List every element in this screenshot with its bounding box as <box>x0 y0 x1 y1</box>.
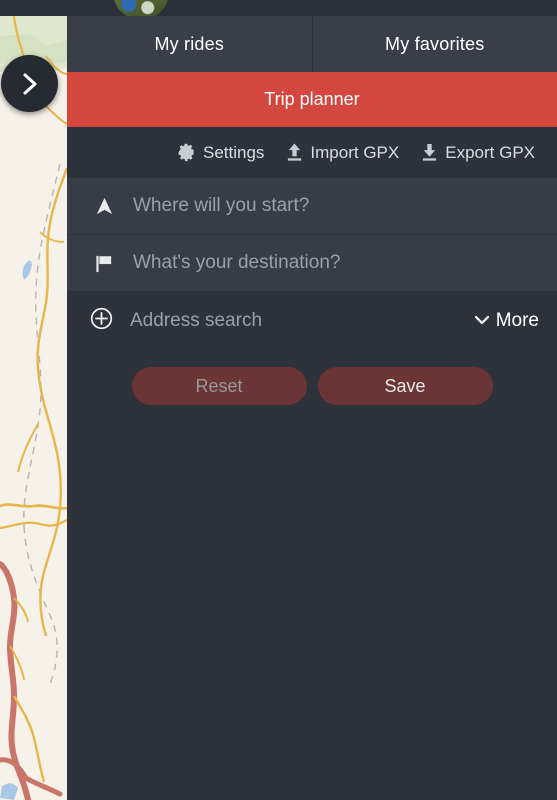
reset-button[interactable]: Reset <box>131 367 307 405</box>
save-button[interactable]: Save <box>317 367 493 405</box>
trip-planner-banner-label: Trip planner <box>264 89 360 109</box>
upload-icon <box>286 143 303 162</box>
gear-icon <box>177 143 196 162</box>
destination-placeholder: What's your destination? <box>133 252 341 273</box>
import-gpx-button[interactable]: Import GPX <box>286 143 399 163</box>
export-gpx-label: Export GPX <box>445 142 535 162</box>
map-canvas[interactable] <box>0 16 67 800</box>
plus-circle-icon[interactable] <box>90 307 113 335</box>
map-panel-toggle-button[interactable] <box>1 55 58 112</box>
import-gpx-label: Import GPX <box>310 142 400 162</box>
tab-my-rides-label: My rides <box>154 33 225 54</box>
settings-button[interactable]: Settings <box>177 143 264 163</box>
flag-icon <box>94 253 115 274</box>
top-strip <box>0 0 557 16</box>
settings-label: Settings <box>202 142 265 162</box>
address-search-placeholder[interactable]: Address search <box>130 310 262 332</box>
export-gpx-button[interactable]: Export GPX <box>421 143 535 163</box>
start-location-field[interactable]: Where will you start? <box>67 178 557 235</box>
trip-planner-panel: My rides My favorites Trip planner Setti… <box>67 16 557 800</box>
trip-planner-banner[interactable]: Trip planner <box>67 72 557 127</box>
tab-my-favorites[interactable]: My favorites <box>311 16 557 72</box>
app-root: My rides My favorites Trip planner Setti… <box>0 0 557 800</box>
tab-my-rides[interactable]: My rides <box>67 16 312 72</box>
more-options-button[interactable]: More <box>474 310 539 332</box>
panel-toolbar: Settings Import GPX Export GPX <box>67 127 557 178</box>
navigation-arrow-icon <box>94 196 115 217</box>
profile-avatar-thumbnail[interactable] <box>113 0 169 16</box>
address-search-row: Address search More <box>67 292 557 349</box>
tab-my-favorites-label: My favorites <box>385 33 485 54</box>
start-location-placeholder: Where will you start? <box>133 195 310 216</box>
chevron-down-icon <box>474 310 490 332</box>
panel-tabbar: My rides My favorites <box>67 16 557 72</box>
panel-empty-area <box>67 405 557 800</box>
action-button-row: Reset Save <box>67 349 557 405</box>
destination-field[interactable]: What's your destination? <box>67 235 557 292</box>
chevron-right-icon <box>20 72 40 96</box>
download-icon <box>421 143 438 162</box>
more-options-label: More <box>495 309 539 331</box>
